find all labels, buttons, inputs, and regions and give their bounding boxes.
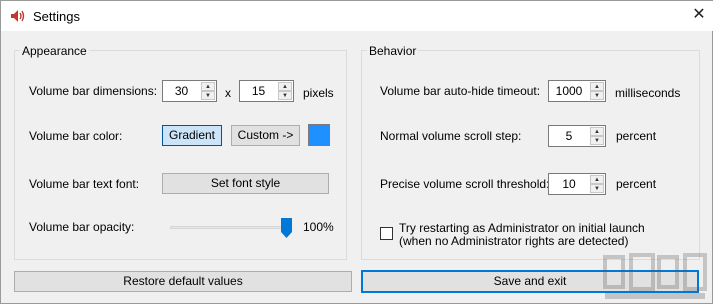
scroll-step-value[interactable]: 5 xyxy=(549,129,589,143)
set-font-style-button[interactable]: Set font style xyxy=(162,173,329,194)
appearance-group-label: Appearance xyxy=(20,44,89,58)
autohide-unit: milliseconds xyxy=(615,86,681,100)
autohide-value[interactable]: 1000 xyxy=(549,84,589,98)
width-spinner[interactable]: 30 ▲ ▼ xyxy=(162,80,217,102)
admin-restart-label-line2[interactable]: (when no Administrator rights are detect… xyxy=(399,234,628,248)
opacity-slider-track[interactable] xyxy=(170,226,292,229)
opacity-slider-thumb[interactable] xyxy=(281,218,292,238)
dimension-separator: x xyxy=(225,86,231,100)
precise-threshold-spinner-arrows[interactable]: ▲ ▼ xyxy=(590,175,604,193)
font-label: Volume bar text font: xyxy=(29,177,140,191)
height-spinner[interactable]: 15 ▲ ▼ xyxy=(239,80,294,102)
decrement-arrow-icon[interactable]: ▼ xyxy=(590,136,604,145)
speaker-icon xyxy=(11,10,25,22)
autohide-spinner[interactable]: 1000 ▲ ▼ xyxy=(548,80,606,102)
increment-arrow-icon[interactable]: ▲ xyxy=(590,175,604,184)
decrement-arrow-icon[interactable]: ▼ xyxy=(201,91,215,100)
precise-threshold-unit: percent xyxy=(616,177,657,191)
autohide-spinner-arrows[interactable]: ▲ ▼ xyxy=(590,82,604,100)
height-value[interactable]: 15 xyxy=(240,84,277,98)
scroll-step-spinner[interactable]: 5 ▲ ▼ xyxy=(548,125,606,147)
close-icon[interactable]: ✕ xyxy=(689,5,709,25)
admin-restart-label-line1[interactable]: Try restarting as Administrator on initi… xyxy=(399,221,645,235)
window-title: Settings xyxy=(33,9,80,24)
behavior-group-label: Behavior xyxy=(367,44,419,58)
opacity-label: Volume bar opacity: xyxy=(29,220,135,234)
increment-arrow-icon[interactable]: ▲ xyxy=(590,127,604,136)
scroll-step-label: Normal volume scroll step: xyxy=(380,129,522,143)
width-spinner-arrows[interactable]: ▲ ▼ xyxy=(201,82,215,100)
color-label: Volume bar color: xyxy=(29,129,123,143)
opacity-value: 100% xyxy=(303,220,334,234)
increment-arrow-icon[interactable]: ▲ xyxy=(278,82,292,91)
dimensions-label: Volume bar dimensions: xyxy=(29,84,158,98)
decrement-arrow-icon[interactable]: ▼ xyxy=(590,91,604,100)
scroll-step-unit: percent xyxy=(616,129,657,143)
gradient-button[interactable]: Gradient xyxy=(162,125,222,146)
custom-color-button[interactable]: Custom -> xyxy=(231,125,300,146)
dimensions-unit: pixels xyxy=(303,86,334,100)
autohide-label: Volume bar auto-hide timeout: xyxy=(380,84,541,98)
admin-restart-checkbox[interactable] xyxy=(380,227,393,240)
precise-threshold-label: Precise volume scroll threshold: xyxy=(380,177,550,191)
increment-arrow-icon[interactable]: ▲ xyxy=(201,82,215,91)
decrement-arrow-icon[interactable]: ▼ xyxy=(278,91,292,100)
decrement-arrow-icon[interactable]: ▼ xyxy=(590,184,604,193)
scroll-step-spinner-arrows[interactable]: ▲ ▼ xyxy=(590,127,604,145)
restore-defaults-button[interactable]: Restore default values xyxy=(14,271,352,292)
settings-window: Settings ✕ Appearance Volume bar dimensi… xyxy=(0,0,713,304)
increment-arrow-icon[interactable]: ▲ xyxy=(590,82,604,91)
width-value[interactable]: 30 xyxy=(163,84,200,98)
precise-threshold-value[interactable]: 10 xyxy=(549,177,589,191)
precise-threshold-spinner[interactable]: 10 ▲ ▼ xyxy=(548,173,606,195)
color-swatch[interactable] xyxy=(308,124,330,146)
title-bar: Settings ✕ xyxy=(1,1,713,31)
height-spinner-arrows[interactable]: ▲ ▼ xyxy=(278,82,292,100)
watermark-logo xyxy=(603,253,707,299)
